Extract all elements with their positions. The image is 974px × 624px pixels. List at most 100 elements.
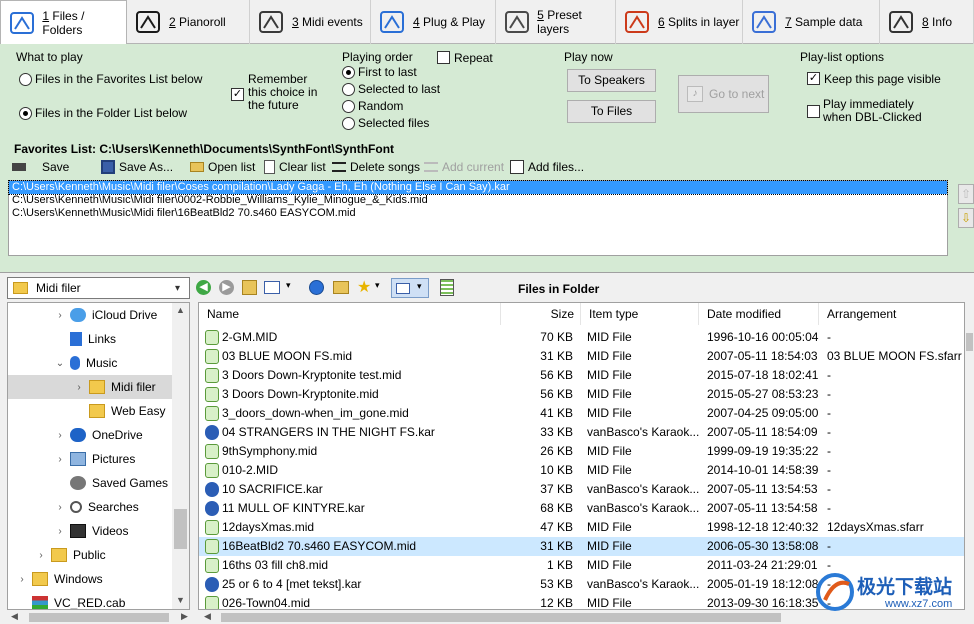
chevron-right-icon[interactable]: ›: [73, 382, 85, 393]
file-row[interactable]: 11 MULL OF KINTYRE.kar 68 KB vanBasco's Ka…: [199, 499, 964, 518]
move-down-button[interactable]: ⇩: [958, 208, 974, 228]
tree-item[interactable]: › Public: [8, 543, 173, 567]
globe-icon[interactable]: [309, 280, 324, 295]
forward-icon[interactable]: ▶: [219, 280, 234, 295]
repeat-checkbox[interactable]: [437, 51, 450, 64]
go-to-next-button[interactable]: ♪ Go to next: [678, 75, 769, 113]
save-button[interactable]: Save: [12, 157, 69, 177]
order-random-label[interactable]: Random: [358, 99, 403, 113]
view-mode-button[interactable]: ▾: [391, 278, 429, 298]
file-row[interactable]: 16BeatBld2 70.s460 EASYCOM.mid 31 KB MID F…: [199, 537, 964, 556]
scroll-right-arrow[interactable]: ▶: [181, 611, 188, 622]
folder-combo[interactable]: Midi filer ▾: [7, 277, 190, 299]
tab-pianoroll[interactable]: 2 Pianoroll: [127, 0, 250, 44]
tree-scrollbar[interactable]: ▲ ▼: [172, 303, 189, 609]
open-list-button[interactable]: Open list: [190, 157, 255, 177]
keep-visible-label[interactable]: Keep this page visible: [824, 72, 941, 86]
tab-plug-play[interactable]: 4 Plug & Play: [371, 0, 496, 44]
order-selected-files-label[interactable]: Selected files: [358, 116, 429, 130]
columns-icon[interactable]: [440, 279, 454, 296]
order-selected-to-last[interactable]: [342, 83, 355, 96]
tree-item[interactable]: › OneDrive: [8, 423, 173, 447]
scroll-left-arrow[interactable]: ◀: [11, 611, 18, 622]
tree-item[interactable]: › iCloud Drive: [8, 303, 173, 327]
order-first-to-last-label[interactable]: First to last: [358, 65, 417, 79]
file-row[interactable]: 10 SACRIFICE.kar 37 KB vanBasco's Karaok..…: [199, 480, 964, 499]
repeat-label[interactable]: Repeat: [454, 51, 493, 65]
chevron-down-icon[interactable]: ▾: [286, 280, 291, 291]
clear-list-button[interactable]: Clear list: [264, 157, 326, 177]
chevron-right-icon[interactable]: ›: [35, 550, 47, 561]
back-icon[interactable]: ◀: [196, 280, 211, 295]
h-scroll-thumb[interactable]: [29, 613, 169, 622]
column-header-arrangement[interactable]: Arrangement: [819, 303, 964, 325]
file-row[interactable]: 9thSymphony.mid 26 KB MID File 1999-09-19 1…: [199, 442, 964, 461]
favorites-list[interactable]: C:\Users\Kenneth\Music\Midi filer\Coses …: [8, 180, 948, 256]
tree-item[interactable]: ⌄ Music: [8, 351, 173, 375]
column-header-name[interactable]: Name: [199, 303, 501, 325]
files-scroll-thumb[interactable]: [966, 333, 973, 351]
tree-item[interactable]: › Midi filer: [8, 375, 173, 399]
star-icon[interactable]: ★: [357, 277, 371, 297]
favorites-item[interactable]: C:\Users\Kenneth\Music\Midi filer\Coses …: [8, 180, 948, 195]
play-immediately-label[interactable]: Play immediately when DBL-Clicked: [823, 98, 943, 124]
to-files-button[interactable]: To Files: [567, 100, 656, 123]
file-row[interactable]: 2-GM.MID 70 KB MID File 1996-10-16 00:05:04…: [199, 328, 964, 347]
file-row[interactable]: 3 Doors Down-Kryptonite.mid 56 KB MID File…: [199, 385, 964, 404]
file-row[interactable]: 04 STRANGERS IN THE NIGHT FS.kar 33 KB van…: [199, 423, 964, 442]
chevron-right-icon[interactable]: ›: [54, 502, 66, 513]
chevron-down-icon[interactable]: ▾: [375, 280, 380, 291]
order-selected-files[interactable]: [342, 117, 355, 130]
save-as-button[interactable]: Save As...: [101, 157, 173, 177]
remember-checkbox[interactable]: ✓: [231, 88, 244, 101]
tab-midi-events[interactable]: 3 Midi events: [250, 0, 371, 44]
add-current-button[interactable]: Add current: [424, 157, 504, 177]
column-header-type[interactable]: Item type: [581, 303, 699, 325]
tree-item[interactable]: Web Easy: [8, 399, 173, 423]
tree-scroll-thumb[interactable]: [174, 509, 187, 549]
tree-item[interactable]: › Searches: [8, 495, 173, 519]
file-row[interactable]: 010-2.MID 10 KB MID File 2014-10-01 14:58:3…: [199, 461, 964, 480]
order-selected-to-last-label[interactable]: Selected to last: [358, 82, 440, 96]
scroll-down-arrow[interactable]: ▼: [176, 595, 185, 605]
tree-item[interactable]: › Windows: [8, 567, 173, 591]
scroll-up-arrow[interactable]: ▲: [176, 305, 185, 315]
tree-item[interactable]: › Pictures: [8, 447, 173, 471]
file-row[interactable]: 12daysXmas.mid 47 KB MID File 1998-12-18 12…: [199, 518, 964, 537]
tab-splits-in-layer[interactable]: 6 Splits in layer: [616, 0, 743, 44]
order-random[interactable]: [342, 100, 355, 113]
file-row[interactable]: 3_doors_down-when_im_gone.mid 41 KB MID Fi…: [199, 404, 964, 423]
column-header-size[interactable]: Size: [501, 303, 581, 325]
chevron-down-icon[interactable]: ▾: [175, 283, 189, 294]
tab-info[interactable]: 8 Info: [880, 0, 974, 44]
tab-sample-data[interactable]: 7 Sample data: [743, 0, 880, 44]
file-row[interactable]: 3 Doors Down-Kryptonite test.mid 56 KB MID…: [199, 366, 964, 385]
chevron-right-icon[interactable]: ›: [54, 430, 66, 441]
chevron-right-icon[interactable]: ›: [16, 574, 28, 585]
up-folder-icon[interactable]: [242, 280, 257, 295]
tree-item[interactable]: Links: [8, 327, 173, 351]
play-immediately-checkbox[interactable]: [807, 105, 820, 118]
chevron-right-icon[interactable]: ›: [54, 526, 66, 537]
order-first-to-last[interactable]: [342, 66, 355, 79]
radio-favorites[interactable]: [19, 73, 32, 86]
folder-search-icon[interactable]: [333, 281, 349, 294]
tree-item[interactable]: › Videos: [8, 519, 173, 543]
tree-item[interactable]: VC_RED.cab: [8, 591, 173, 609]
tab-files-folders[interactable]: 1 Files / Folders: [0, 0, 127, 45]
favorites-item[interactable]: C:\Users\Kenneth\Music\Midi filer\0002-R…: [9, 194, 947, 207]
file-row[interactable]: 03 BLUE MOON FS.mid 31 KB MID File 2007-05-…: [199, 347, 964, 366]
files-h-scroll-thumb[interactable]: [221, 613, 781, 622]
tree-item[interactable]: Saved Games: [8, 471, 173, 495]
delete-songs-button[interactable]: Delete songs: [332, 157, 420, 177]
radio-folder[interactable]: [19, 107, 32, 120]
radio-folder-label[interactable]: Files in the Folder List below: [35, 106, 187, 120]
radio-favorites-label[interactable]: Files in the Favorites List below: [35, 72, 202, 86]
tab-preset-layers[interactable]: 5 Preset layers: [496, 0, 616, 44]
to-speakers-button[interactable]: To Speakers: [567, 69, 656, 92]
view-grid-icon[interactable]: [264, 281, 280, 294]
chevron-down-icon[interactable]: ⌄: [54, 358, 66, 369]
files-scrollbar[interactable]: [965, 303, 974, 609]
splitter[interactable]: [0, 272, 974, 273]
scroll-left-arrow[interactable]: ◀: [204, 611, 211, 622]
